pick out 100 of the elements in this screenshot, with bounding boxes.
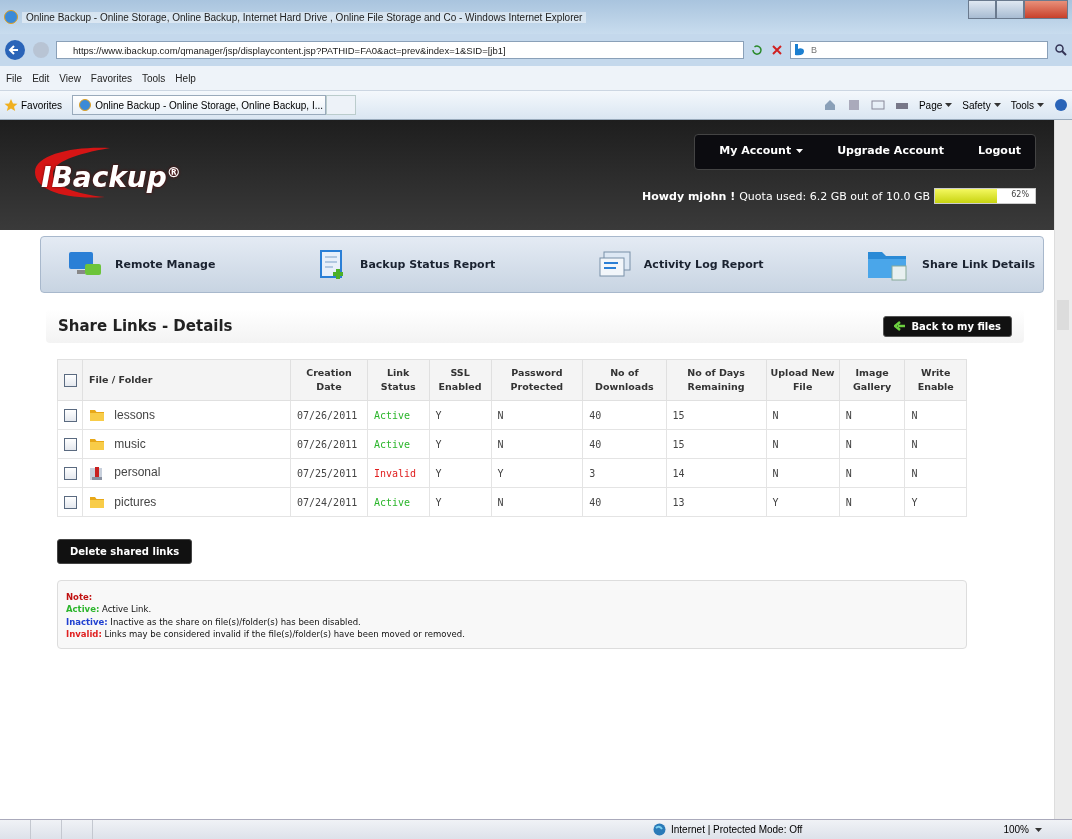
table-cell: N xyxy=(904,429,967,459)
nav-link[interactable]: Remote Manage xyxy=(67,249,216,280)
menu-item[interactable]: Edit xyxy=(32,72,50,84)
table-cell: 40 xyxy=(582,429,667,459)
menu-item[interactable]: Tools xyxy=(142,72,166,84)
caret-icon xyxy=(1035,827,1042,832)
note-title: Note: xyxy=(66,591,94,604)
search-icon[interactable] xyxy=(1054,43,1068,57)
folder-icon xyxy=(89,409,105,423)
caret-icon xyxy=(993,103,1001,107)
windows-icon xyxy=(597,249,632,280)
table-cell: N xyxy=(766,400,840,430)
legend-text: Invalid: Links may be considered invalid if the file(s)/folder(s) have been moved or removed. xyxy=(66,627,466,641)
status-cell: Active xyxy=(367,400,429,430)
command-menu[interactable]: Safety xyxy=(962,99,1001,111)
table-cell: N xyxy=(766,458,840,488)
column-header: Creation Date xyxy=(290,359,368,401)
menu-item[interactable]: File xyxy=(6,72,23,84)
row-checkbox[interactable] xyxy=(63,408,77,422)
caret-icon xyxy=(945,103,953,107)
table-cell: Y xyxy=(904,487,967,517)
table-cell: 07/24/2011 xyxy=(290,487,368,517)
mail-icon[interactable] xyxy=(870,99,885,111)
command-menu[interactable]: Tools xyxy=(1010,99,1044,111)
quota-text: Quota used: 6.2 GB out of 10.0 GB xyxy=(739,189,930,203)
close-button[interactable] xyxy=(1024,0,1068,19)
table-cell: N xyxy=(766,429,840,459)
back-to-files-button[interactable]: Back to my files xyxy=(883,315,1012,337)
delete-shared-links-button[interactable]: Delete shared links xyxy=(57,539,193,564)
caret-icon xyxy=(1037,103,1044,107)
star-icon xyxy=(4,98,18,112)
security-zone-text: Internet | Protected Mode: Off xyxy=(653,823,803,836)
table-cell: 13 xyxy=(666,487,766,517)
table-cell: N xyxy=(839,429,905,459)
table-cell: Y xyxy=(766,487,840,517)
menu-item[interactable]: Help xyxy=(175,72,196,84)
address-field[interactable]: https://www.ibackup.com/qmanager/jsp/displaycontent.jsp?PATHID=FA0&act=prev&index=1&SID=[jb1] xyxy=(56,41,744,59)
account-link[interactable]: Logout xyxy=(977,144,1021,157)
command-menu[interactable]: Page xyxy=(918,99,953,111)
table-cell: N xyxy=(839,487,905,517)
globe-icon xyxy=(653,823,666,836)
browser-icon xyxy=(4,10,18,24)
table-cell: 3 xyxy=(582,458,667,488)
table-cell: N xyxy=(491,487,583,517)
back-button[interactable] xyxy=(4,39,26,61)
table-cell: 07/26/2011 xyxy=(290,429,368,459)
account-link[interactable]: Upgrade Account xyxy=(837,144,944,157)
row-checkbox[interactable] xyxy=(63,495,77,509)
file-name[interactable]: personal xyxy=(114,465,161,480)
row-checkbox[interactable] xyxy=(63,466,77,480)
table-cell: 14 xyxy=(666,458,766,488)
status-cell: Active xyxy=(367,487,429,517)
table-cell: Y xyxy=(429,487,492,517)
zoom-level[interactable]: 100% xyxy=(1003,824,1042,835)
select-all-checkbox[interactable] xyxy=(63,374,77,387)
page-title: Share Links - Details xyxy=(58,317,233,335)
table-cell: 40 xyxy=(582,400,667,430)
table-cell: Y xyxy=(429,429,492,459)
status-cell: Active xyxy=(367,429,429,459)
status-cell: Invalid xyxy=(367,458,429,488)
legend-text: Active: Active Link. xyxy=(66,603,153,616)
column-header: No of Downloads xyxy=(582,359,667,401)
file-name[interactable]: lessons xyxy=(114,407,156,422)
table-cell: Y xyxy=(491,458,583,488)
feed-icon[interactable] xyxy=(846,98,861,112)
refresh-icon[interactable] xyxy=(750,43,764,57)
scrollbar[interactable] xyxy=(1054,120,1072,819)
locked-folder-icon xyxy=(89,465,105,481)
stop-icon[interactable] xyxy=(770,43,784,57)
legend-text: Inactive: Inactive as the share on file(s)/folder(s) has been disabled. xyxy=(66,615,362,628)
maximize-button[interactable] xyxy=(996,0,1024,19)
file-name[interactable]: pictures xyxy=(114,494,157,509)
column-header: Write Enable xyxy=(904,359,967,401)
folder-icon xyxy=(89,496,105,510)
window-title: Online Backup - Online Storage, Online Backup, Internet Hard Drive , Online File Storage and Co - Windows Internet Explorer xyxy=(22,11,587,23)
column-header: Link Status xyxy=(367,359,429,401)
column-header: File / Folder xyxy=(82,359,291,401)
folder-icon xyxy=(89,438,105,452)
table-cell: 15 xyxy=(666,400,766,430)
row-checkbox[interactable] xyxy=(63,437,77,451)
minimize-button[interactable] xyxy=(968,0,996,19)
nav-link[interactable]: Activity Log Report xyxy=(597,249,764,280)
table-cell: Y xyxy=(429,458,492,488)
nav-link[interactable]: Share Link Details xyxy=(866,247,1035,282)
table-cell: N xyxy=(839,400,905,430)
table-cell: N xyxy=(904,400,967,430)
menu-item[interactable]: Favorites xyxy=(90,72,132,84)
column-header: Image Gallery xyxy=(839,359,905,401)
home-icon[interactable] xyxy=(822,98,837,112)
favorites-button[interactable]: Favorites xyxy=(4,98,63,112)
search-field[interactable]: B xyxy=(790,41,1048,59)
table-cell: Y xyxy=(429,400,492,430)
quota-percent: 62% xyxy=(1011,190,1029,199)
browser-tab[interactable]: Online Backup - Online Storage, Online Backup, I... xyxy=(72,95,327,115)
account-link[interactable]: My Account xyxy=(719,144,804,157)
nav-link[interactable]: Backup Status Report xyxy=(318,248,496,281)
menu-item[interactable]: View xyxy=(59,72,81,84)
file-name[interactable]: music xyxy=(114,436,146,451)
column-header: SSL Enabled xyxy=(429,359,492,401)
table-cell: N xyxy=(491,400,583,430)
